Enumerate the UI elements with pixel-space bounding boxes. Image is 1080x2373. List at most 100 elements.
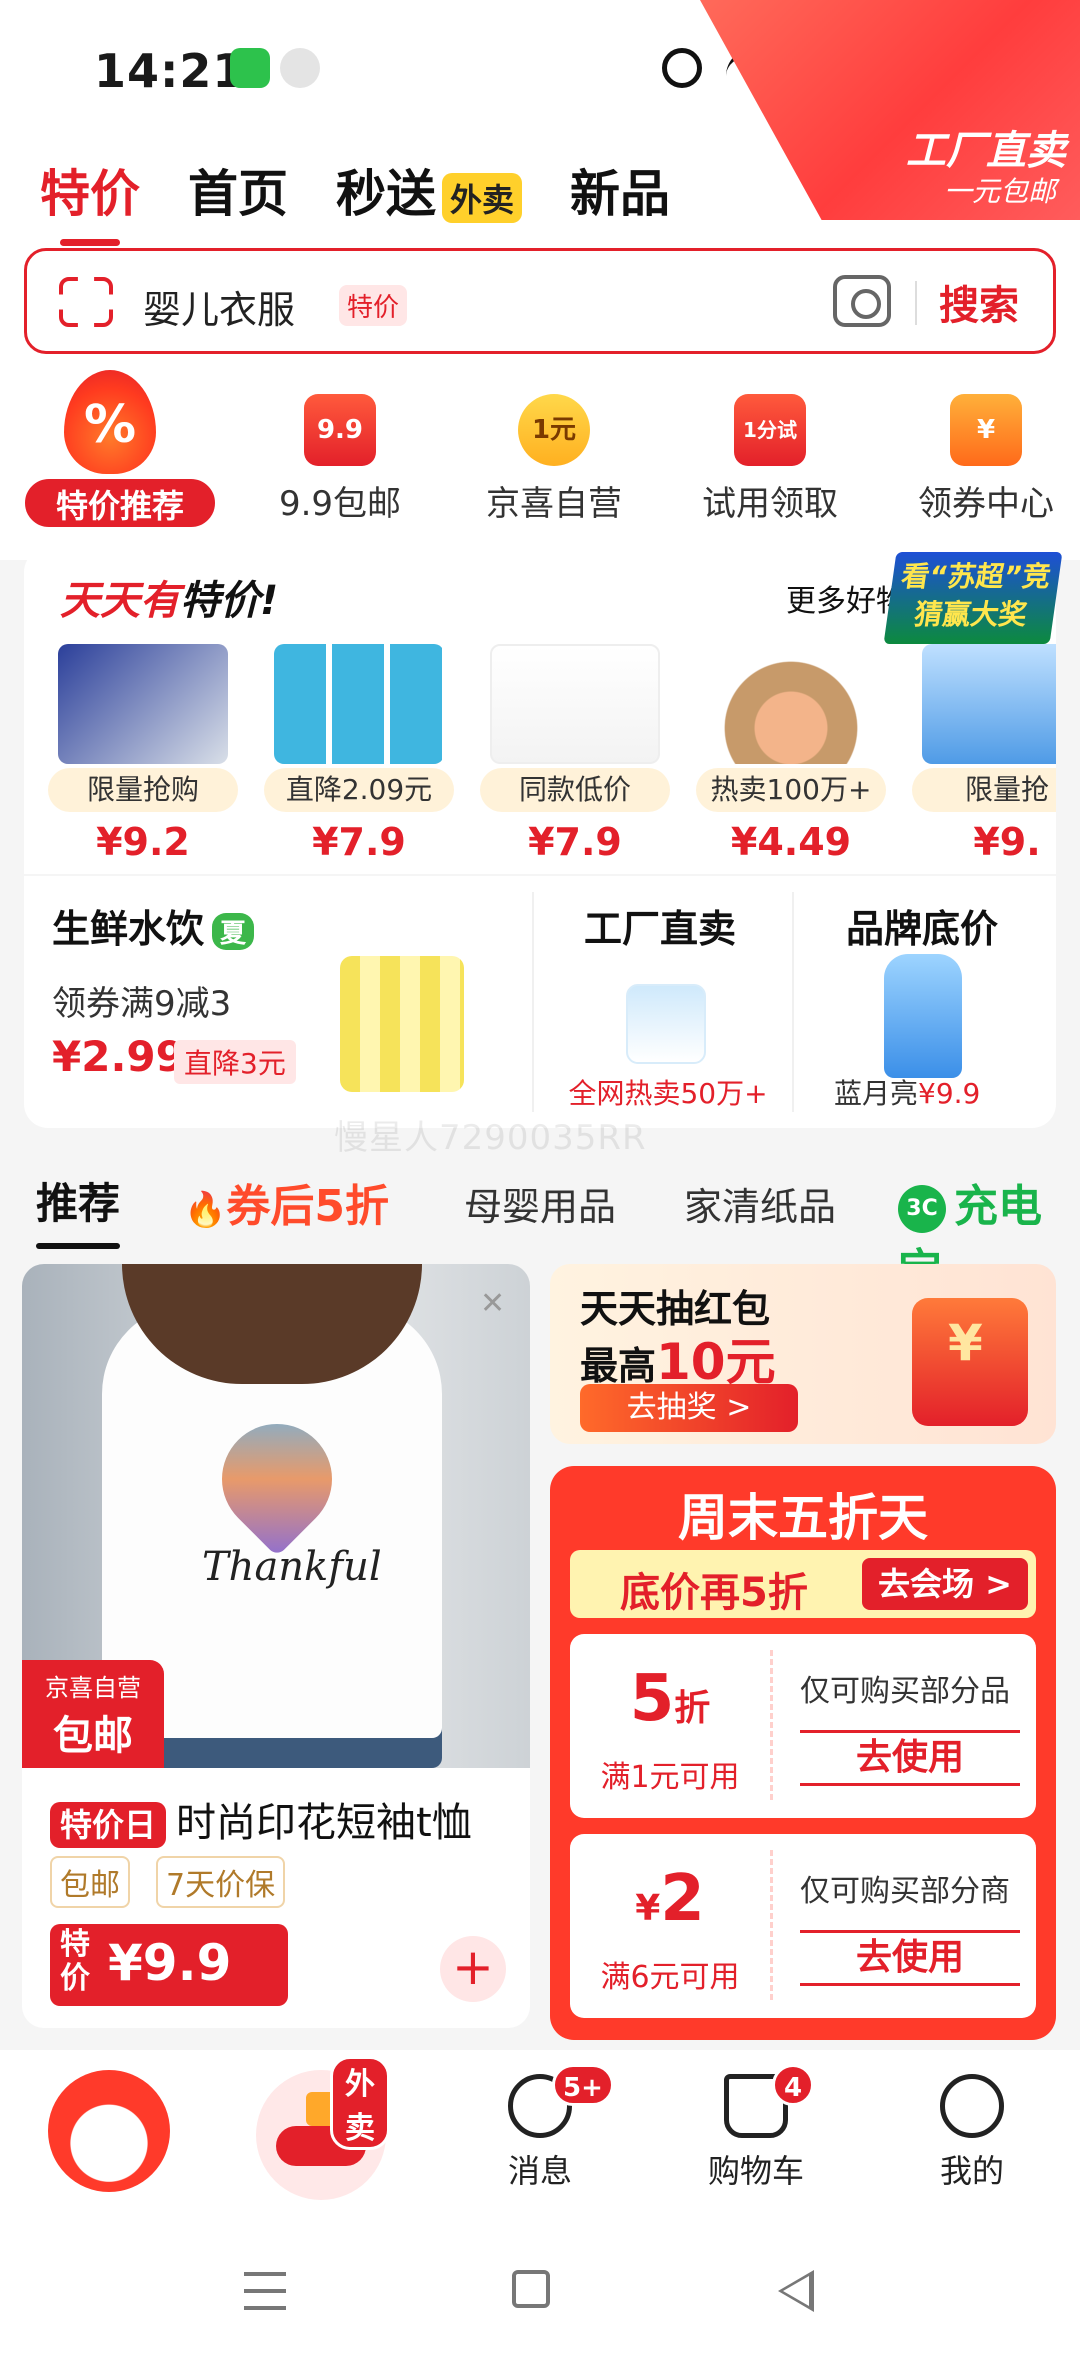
tab-special-price[interactable]: 特价 <box>40 154 140 226</box>
feed-tab-recommend[interactable]: 推荐 <box>36 1170 121 1249</box>
app-screen: 14:21 5G 58 ⚡ 工厂直卖 一元包邮 特价 首页 秒送外卖 新品 婴儿… <box>0 0 1080 2373</box>
product-price: ¥9.9 <box>108 1934 232 1992</box>
deal-item[interactable]: 限量抢 ¥9. <box>912 644 1056 864</box>
product-card[interactable]: Thankful ✕ 京喜自营 包邮 特价日 时尚印花短袖t恤 包邮 7天价保 特… <box>22 1264 530 2028</box>
recent-apps-icon[interactable] <box>244 2272 286 2310</box>
value-number: 2 <box>660 1862 705 1936</box>
deal-price: ¥9.2 <box>96 820 190 864</box>
deal-label: 限量抢购 <box>48 768 238 812</box>
product-image <box>706 644 876 764</box>
takeout-scooter-icon[interactable]: 外卖 <box>256 2056 390 2200</box>
brand-name: 蓝月亮 <box>834 1077 919 1110</box>
divider <box>915 281 917 325</box>
tab-home[interactable]: 首页 <box>188 154 288 226</box>
corn-product-image <box>340 956 464 1092</box>
factory-direct-section[interactable]: 工厂直卖 全网热卖50万+ <box>534 876 794 1128</box>
jingxi-free-shipping-badge: 京喜自营 包邮 <box>22 1660 164 1768</box>
print-text: Thankful <box>202 1544 382 1590</box>
su-super-banner[interactable]: 看“苏超”竞猜赢大奖 <box>883 552 1063 644</box>
tab-delivery[interactable]: 秒送 外卖 <box>336 154 523 226</box>
back-icon[interactable] <box>778 2270 814 2312</box>
tab-new[interactable]: 新品 <box>570 154 670 226</box>
brand-low-price-section[interactable]: 品牌底价 蓝月亮¥9.9 <box>794 876 1056 1128</box>
camera-icon[interactable] <box>833 275 891 327</box>
category-label: 领券中心 <box>918 484 1054 524</box>
coupon-card: ¥2 满6元可用 仅可购买部分商 去使用 <box>570 1834 1036 2018</box>
deal-price: ¥4.49 <box>730 820 852 864</box>
user-icon <box>940 2074 1004 2138</box>
nav-label: 消息 <box>507 2152 572 2190</box>
category-label: 试用领取 <box>702 484 838 524</box>
red-envelope-icon <box>912 1298 1028 1426</box>
special-recommend-label: 特价推荐 <box>22 476 218 530</box>
red-packet-banner[interactable]: 天天抽红包 最高10元 去抽奖 > <box>550 1264 1056 1444</box>
daily-deals-panel: 天天有特价! 更多好物 看“苏超”竞猜赢大奖 限量抢购 ¥9.2 直降2.09元… <box>24 548 1063 874</box>
search-button[interactable]: 搜索 <box>939 273 1019 331</box>
feed-tab-household[interactable]: 家清纸品 <box>684 1176 836 1231</box>
weekend-bar-text: 底价再5折 <box>620 1570 808 1616</box>
category-trial[interactable]: 1分试 试用领取 <box>680 394 860 525</box>
add-to-cart-button[interactable]: + <box>440 1936 506 2002</box>
category-coupon-center[interactable]: ¥ 领券中心 <box>896 394 1076 525</box>
deal-item[interactable]: 热卖100万+ ¥4.49 <box>696 644 886 864</box>
cart-badge: 4 <box>772 2064 814 2106</box>
tab-label: 秒送 <box>336 165 436 223</box>
product-title: 特价日 时尚印花短袖t恤 <box>50 1790 472 1848</box>
go-venue-button[interactable]: 去会场 > <box>862 1558 1028 1610</box>
special-recommend[interactable]: % 特价推荐 <box>0 370 240 540</box>
deal-item[interactable]: 同款低价 ¥7.9 <box>480 644 670 864</box>
weekend-half-price-card[interactable]: 周末五折天 底价再5折 去会场 > 5折 满1元可用 仅可购买部分品 去使用 ¥… <box>550 1466 1056 2040</box>
messages-badge: 5+ <box>552 2064 614 2106</box>
use-coupon-button[interactable]: 去使用 <box>800 1730 1020 1786</box>
mascot-home-icon[interactable] <box>48 2070 170 2192</box>
tab-label: 特价 <box>40 165 140 223</box>
takeout-badge: 外卖 <box>442 172 523 223</box>
system-nav-bar <box>0 2220 1080 2373</box>
nav-messages[interactable]: 消息 5+ <box>460 2064 620 2192</box>
chip-free-shipping: 包邮 <box>50 1856 130 1908</box>
deal-price: ¥7.9 <box>312 820 406 864</box>
search-bar[interactable]: 婴儿衣服 特价 搜索 <box>24 248 1056 354</box>
section-title: 工厂直卖 <box>584 907 737 951</box>
chip-price-protect: 7天价保 <box>156 1856 286 1908</box>
section-desc: 领券满9减3 <box>52 984 232 1024</box>
tab-label: 券后5折 <box>226 1181 389 1232</box>
coupon-ticket-icon: ¥ <box>950 394 1022 466</box>
deal-item[interactable]: 直降2.09元 ¥7.9 <box>264 644 454 864</box>
category-row: % 特价推荐 9.9 9.9包邮 1元 京喜自营 1分试 试用领取 ¥ 领券中心 <box>0 370 1080 540</box>
category-9-9-free-shipping[interactable]: 9.9 9.9包邮 <box>250 394 430 525</box>
wechat-icon <box>230 48 270 88</box>
search-input[interactable]: 婴儿衣服 <box>143 279 295 334</box>
line2-prefix: 最高 <box>580 1344 657 1388</box>
section-title: 生鲜水饮夏 <box>52 898 255 953</box>
close-icon[interactable]: ✕ <box>480 1286 505 1321</box>
use-coupon-button[interactable]: 去使用 <box>800 1930 1020 1986</box>
feed-tab-coupon[interactable]: 🔥券后5折 <box>184 1170 389 1234</box>
scan-icon[interactable] <box>59 277 113 327</box>
brand-price: ¥9.9 <box>918 1077 981 1110</box>
title-black: 特价! <box>180 578 279 624</box>
section-footer: 全网热卖50万+ <box>568 1077 768 1110</box>
feed-tab-mother-baby[interactable]: 母婴用品 <box>464 1176 616 1231</box>
tab-label: 首页 <box>188 165 288 223</box>
nav-cart[interactable]: 购物车 4 <box>676 2064 836 2192</box>
section-price: ¥2.99 <box>52 1032 185 1081</box>
top-tabs: 特价 首页 秒送 外卖 新品 <box>40 150 670 230</box>
price-label: 特价 <box>60 1927 90 1996</box>
product-image <box>274 644 444 764</box>
title-text: 时尚印花短袖t恤 <box>176 1800 472 1846</box>
value-number: 5 <box>629 1662 675 1736</box>
daily-deals-title: 天天有特价! <box>60 568 278 626</box>
home-icon[interactable] <box>512 2270 550 2308</box>
category-jingxi-self[interactable]: 1元 京喜自营 <box>464 394 644 525</box>
3c-shield-icon: 3C <box>898 1185 946 1233</box>
title-red: 天天有 <box>60 578 180 624</box>
clock-app-icon <box>280 48 320 88</box>
search-tag: 特价 <box>339 285 408 326</box>
nav-me[interactable]: 我的 <box>892 2074 1052 2192</box>
takeout-tag: 外卖 <box>330 2056 390 2150</box>
deal-price: ¥7.9 <box>528 820 622 864</box>
fresh-drinks-section[interactable]: 生鲜水饮夏 领券满9减3 ¥2.99 直降3元 <box>24 876 532 1128</box>
draw-button[interactable]: 去抽奖 > <box>580 1384 798 1432</box>
deal-item[interactable]: 限量抢购 ¥9.2 <box>48 644 238 864</box>
